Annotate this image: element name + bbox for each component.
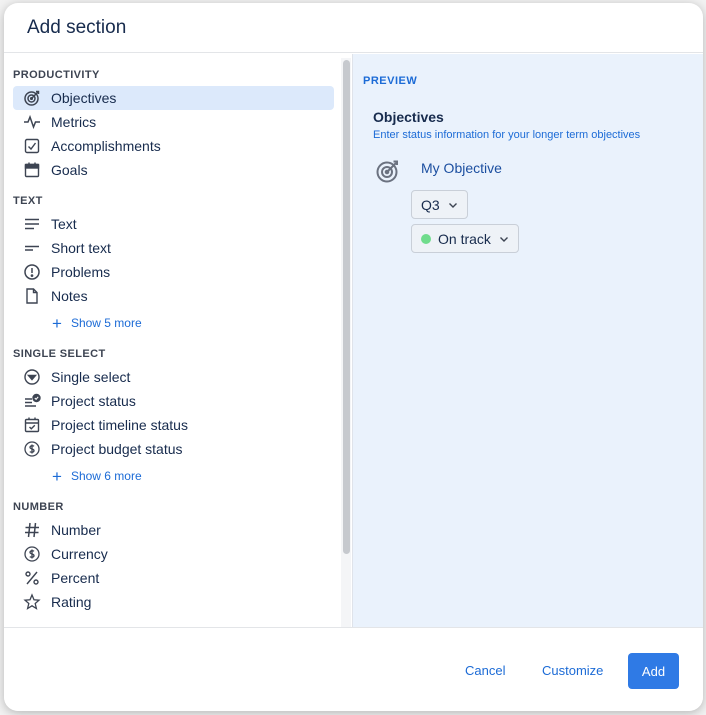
checkbox-icon [23, 137, 41, 155]
status-dot [421, 233, 431, 244]
group-title-text: TEXT [13, 195, 43, 207]
dollar-circle-icon [23, 440, 41, 458]
scrollbar-thumb[interactable] [343, 60, 350, 554]
chevron-down-icon [499, 236, 508, 242]
show-more-label: Show 5 more [70, 316, 142, 330]
document-icon [23, 287, 41, 305]
add-section-modal: Add section PRODUCTIVITY Objectives Metr… [4, 3, 703, 711]
status-select[interactable]: On track [411, 224, 519, 253]
section-item-text[interactable]: Text [13, 212, 334, 236]
text-lines-icon [23, 215, 41, 233]
group-title-productivity: PRODUCTIVITY [13, 69, 100, 81]
chevron-down-icon [448, 202, 457, 208]
dropdown-circle-icon [23, 368, 41, 386]
section-item-project-budget-status[interactable]: Project budget status [13, 437, 334, 461]
show-more-label: Show 6 more [70, 469, 142, 483]
modal-body: PRODUCTIVITY Objectives Metrics Accompli… [4, 54, 703, 628]
section-item-project-timeline-status[interactable]: Project timeline status [13, 413, 334, 437]
section-item-problems[interactable]: Problems [13, 260, 334, 284]
section-item-label: Project timeline status [51, 417, 188, 433]
section-item-label: Accomplishments [51, 138, 161, 154]
star-icon [23, 593, 41, 611]
quarter-select[interactable]: Q3 [411, 190, 468, 219]
section-item-label: Rating [51, 594, 92, 610]
section-item-rating[interactable]: Rating [13, 590, 334, 614]
section-item-label: Problems [51, 264, 111, 280]
hash-icon [23, 521, 41, 539]
calendar-check-icon [23, 416, 41, 434]
show-more-text-button[interactable]: + Show 5 more [13, 311, 334, 335]
calendar-icon [23, 161, 41, 179]
customize-button[interactable]: Customize [542, 663, 603, 678]
status-select-value: On track [438, 230, 491, 247]
section-item-metrics[interactable]: Metrics [13, 110, 334, 134]
short-text-icon [23, 239, 41, 257]
pulse-icon [23, 113, 41, 131]
section-item-label: Text [51, 216, 77, 232]
section-item-label: Single select [51, 369, 131, 385]
quarter-select-value: Q3 [421, 196, 440, 213]
preview-objective-name: My Objective [421, 160, 502, 176]
section-item-label: Percent [51, 570, 100, 586]
section-item-goals[interactable]: Goals [13, 158, 334, 182]
section-item-project-status[interactable]: Project status [13, 389, 334, 413]
section-type-list: PRODUCTIVITY Objectives Metrics Accompli… [4, 54, 353, 628]
section-item-label: Notes [51, 288, 88, 304]
preview-label: PREVIEW [363, 75, 418, 87]
modal-header: Add section [4, 3, 703, 53]
dollar-circle-icon [23, 545, 41, 563]
section-item-label: Metrics [51, 114, 97, 130]
section-item-label: Short text [51, 240, 111, 256]
objective-target-icon [375, 158, 401, 184]
add-button[interactable]: Add [628, 653, 679, 689]
group-title-single-select: SINGLE SELECT [13, 348, 106, 360]
section-item-label: Project budget status [51, 441, 183, 457]
cancel-button[interactable]: Cancel [465, 663, 505, 678]
modal-title: Add section [27, 16, 127, 38]
section-item-accomplishments[interactable]: Accomplishments [13, 134, 334, 158]
section-item-short-text[interactable]: Short text [13, 236, 334, 260]
section-item-percent[interactable]: Percent [13, 566, 334, 590]
preview-title: Objectives [373, 109, 444, 125]
status-list-icon [23, 392, 41, 410]
list-scrollbar[interactable] [341, 58, 351, 628]
section-item-number[interactable]: Number [13, 518, 334, 542]
target-icon [23, 89, 41, 107]
section-item-notes[interactable]: Notes [13, 284, 334, 308]
preview-panel: PREVIEW Objectives Enter status informat… [353, 54, 703, 628]
section-item-currency[interactable]: Currency [13, 542, 334, 566]
section-item-label: Goals [51, 162, 88, 178]
plus-icon: + [52, 313, 62, 333]
section-item-label: Objectives [51, 90, 117, 106]
section-item-label: Project status [51, 393, 136, 409]
group-title-number: NUMBER [13, 501, 64, 513]
show-more-single-select-button[interactable]: + Show 6 more [13, 464, 334, 488]
percent-icon [23, 569, 41, 587]
plus-icon: + [52, 466, 62, 486]
section-item-objectives[interactable]: Objectives [13, 86, 334, 110]
section-item-label: Number [51, 522, 101, 538]
section-item-label: Currency [51, 546, 108, 562]
modal-footer: Cancel Customize Add [4, 627, 703, 711]
section-item-single-select[interactable]: Single select [13, 365, 334, 389]
exclamation-circle-icon [23, 263, 41, 281]
preview-description: Enter status information for your longer… [373, 129, 641, 141]
